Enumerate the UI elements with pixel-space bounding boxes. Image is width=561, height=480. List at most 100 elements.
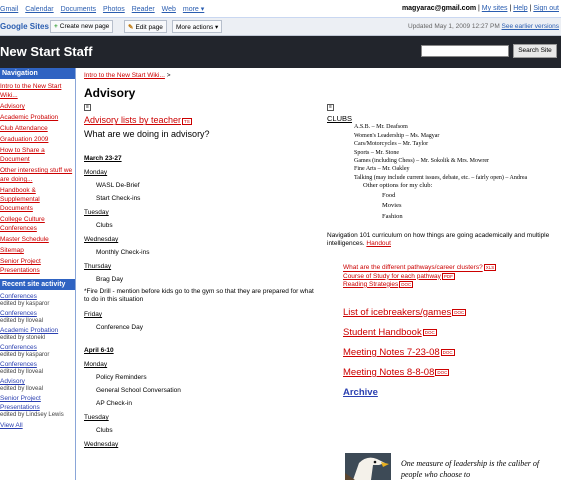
sidebar-item-intro[interactable]: Intro to the New Start Wiki... — [0, 82, 73, 100]
reader-link[interactable]: Reader — [132, 6, 155, 13]
sidebar-item-other-stuff[interactable]: Other interesting stuff we are doing... — [0, 166, 73, 184]
file-tag[interactable]: XLS — [483, 264, 497, 272]
advisory-lists-link[interactable]: Advisory lists by teacher — [84, 115, 181, 125]
activity-item-by: edited by kasparor — [0, 352, 50, 358]
edit-page-button[interactable]: ✎ Edit page — [124, 20, 167, 33]
calendar-link[interactable]: Calendar — [25, 6, 53, 13]
breadcrumb-link[interactable]: Intro to the New Start Wiki... — [84, 72, 165, 79]
sidebar-item-college-culture[interactable]: College Culture Conferences — [0, 215, 73, 233]
more-link[interactable]: more ▾ — [183, 6, 204, 13]
google-sites-logo[interactable]: Google Sites — [0, 22, 49, 31]
week-heading: April 6-10 — [84, 347, 114, 355]
archive-link[interactable]: Archive — [343, 387, 378, 398]
icebreakers-link[interactable]: List of icebreakers/games — [343, 307, 451, 318]
activity-text: Policy Reminders — [96, 374, 147, 382]
day-heading: Thursday — [84, 263, 112, 271]
activity-text: WASL De-Brief — [96, 182, 140, 190]
google-links: Gmail Calendar Documents Photos Reader W… — [0, 5, 209, 13]
documents-link[interactable]: Documents — [61, 6, 96, 13]
create-page-button[interactable]: + Create new page — [50, 20, 114, 33]
navigation-list: Intro to the New Start Wiki... Advisory … — [0, 79, 75, 279]
reading-strategies-text: Reading Strategies — [343, 280, 399, 288]
gmail-link[interactable]: Gmail — [0, 6, 18, 13]
navigation-101-text: Navigation 101 curriculum on how things … — [327, 232, 559, 248]
archive-link-row: Archive — [343, 383, 559, 403]
activity-text: Start Check-ins — [96, 195, 141, 203]
activity-item-title[interactable]: Conferences — [0, 343, 73, 352]
club-item: Sports – Mr. Stone — [354, 149, 400, 156]
site-title[interactable]: New Start Staff — [0, 44, 92, 59]
sidebar-item-club-attendance[interactable]: Club Attendance — [0, 124, 73, 133]
photos-link[interactable]: Photos — [103, 6, 125, 13]
activity-item-title[interactable]: Conferences — [0, 309, 73, 318]
sidebar-item-share-document[interactable]: How to Share a Document — [0, 146, 73, 164]
sidebar-item-sitemap[interactable]: Sitemap — [0, 246, 73, 255]
course-of-study-text: Course of Study for each pathway — [343, 272, 441, 280]
search-site-button[interactable]: Search Site — [513, 44, 557, 58]
file-tag[interactable]: DOC — [435, 368, 450, 376]
resource-links: What are the different pathways/career c… — [343, 264, 559, 289]
reading-strategies-link[interactable]: Reading Strategies DOC — [343, 280, 559, 289]
web-link[interactable]: Web — [162, 6, 176, 13]
breadcrumb-separator: > — [164, 72, 171, 79]
activity-item-by: edited by lloveal — [0, 318, 44, 324]
clubs-heading: CLUBS — [327, 114, 353, 124]
pathways-link[interactable]: What are the different pathways/career c… — [343, 264, 559, 272]
view-all-link[interactable]: View All — [0, 422, 73, 429]
navigation-101-body: Navigation 101 curriculum on how things … — [327, 232, 550, 248]
sidebar-item-academic-probation[interactable]: Academic Probation — [0, 113, 73, 122]
meeting-notes-0723-link[interactable]: Meeting Notes 7-23-08 — [343, 347, 440, 358]
club-item: A.S.B. – Mr. Deafsom — [354, 124, 408, 131]
eagle-image — [345, 453, 391, 480]
activity-item-title[interactable]: Advisory — [0, 377, 73, 386]
student-handbook-link[interactable]: Student Handbook — [343, 327, 422, 338]
edit-box-icon[interactable]: ≡ — [327, 104, 334, 111]
account-links: magyarac@gmail.com | My sites | Help | S… — [401, 5, 559, 12]
plus-icon: + — [54, 23, 58, 30]
file-tag[interactable]: DOC — [440, 348, 455, 356]
file-tag[interactable]: DOC — [452, 308, 467, 316]
course-of-study-link[interactable]: Course of Study for each pathway PDF — [343, 272, 559, 281]
activity-item-by: edited by Lindsey Lewis — [0, 412, 64, 418]
sign-out-link[interactable]: Sign out — [533, 5, 559, 12]
updated-text: Updated May 1, 2009 12:27 PM — [407, 23, 500, 30]
my-sites-link[interactable]: My sites — [482, 5, 508, 12]
sidebar-item-graduation[interactable]: Graduation 2009 — [0, 135, 73, 144]
recent-activity-heading: Recent site activity — [0, 279, 75, 290]
day-heading: Wednesday — [84, 236, 119, 244]
activity-item-title[interactable]: Academic Probation — [0, 326, 73, 335]
day-heading: Tuesday — [84, 414, 109, 422]
page-title: Advisory — [84, 86, 136, 100]
site-header: New Start Staff Search Site — [0, 36, 561, 68]
file-tag[interactable]: DOC — [422, 328, 437, 336]
account-email: magyarac@gmail.com — [401, 5, 477, 12]
sidebar-item-master-schedule[interactable]: Master Schedule — [0, 235, 73, 244]
file-tag[interactable]: DOC — [399, 280, 414, 288]
sidebar-item-handbook[interactable]: Handbook & Supplemental Documents — [0, 186, 73, 213]
activity-item-title[interactable]: Conferences — [0, 292, 73, 301]
day-heading: Tuesday — [84, 209, 109, 217]
meeting-notes-0808-link[interactable]: Meeting Notes 8-8-08 — [343, 367, 434, 378]
document-links: List of icebreakers/games DOC Student Han… — [343, 303, 559, 403]
more-actions-button[interactable]: More actions ▾ — [172, 20, 223, 33]
club-item: Fine Arts – Mr. Oakley — [354, 166, 410, 173]
help-link[interactable]: Help — [513, 5, 527, 12]
day-heading: Wednesday — [84, 441, 119, 449]
activity-item-title[interactable]: Conferences — [0, 360, 73, 369]
activity-text: Clubs — [96, 222, 113, 230]
week-heading: March 23-27 — [84, 155, 122, 163]
file-tag[interactable]: TS — [182, 118, 192, 125]
activity-text: Monthly Check-ins — [96, 249, 150, 257]
activity-item-title[interactable]: Senior Project Presentations — [0, 394, 73, 412]
file-tag[interactable]: PDF — [441, 272, 455, 280]
activity-text: Brag Day — [96, 276, 124, 284]
day-heading: Friday — [84, 311, 103, 319]
search-input[interactable] — [421, 45, 509, 57]
handout-link[interactable]: Handout — [366, 240, 391, 247]
sidebar-item-advisory[interactable]: Advisory — [0, 102, 73, 111]
edit-box-icon[interactable]: ≡ — [84, 104, 91, 111]
earlier-versions-link[interactable]: See earlier versions — [502, 23, 559, 30]
sidebar-item-senior-project[interactable]: Senior Project Presentations — [0, 257, 73, 275]
fire-drill-note: *Fire Drill - mention before kids go to … — [84, 288, 314, 304]
day-heading: Monday — [84, 361, 108, 369]
